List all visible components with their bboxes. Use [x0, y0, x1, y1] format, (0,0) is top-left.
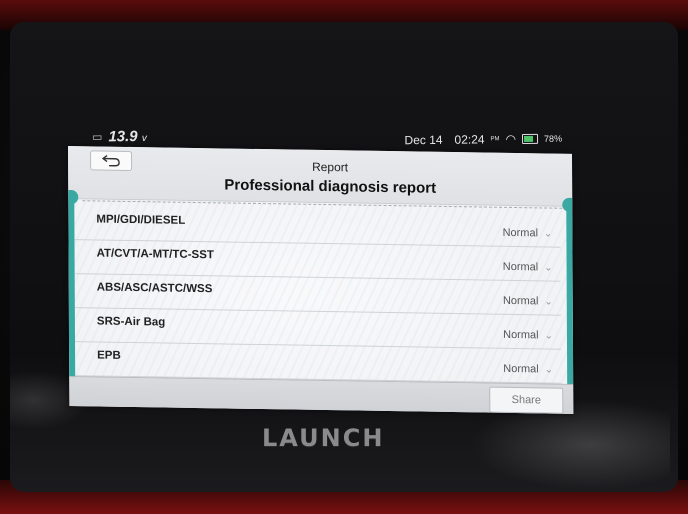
car-icon: ▭ — [91, 131, 103, 144]
share-button[interactable]: Share — [489, 386, 564, 414]
system-status[interactable]: Normal ⌄ — [503, 261, 553, 274]
device-brand-logo: LAUNCH — [262, 424, 385, 452]
status-left: ▭ 13.9 v — [92, 128, 147, 146]
system-status[interactable]: Normal ⌄ — [503, 295, 553, 308]
chevron-down-icon: ⌄ — [543, 227, 553, 240]
status-label: Normal — [502, 294, 539, 308]
system-status[interactable]: Normal ⌄ — [503, 363, 553, 376]
app-screen: Report Professional diagnosis report MPI… — [68, 146, 574, 414]
battery-level: 78% — [543, 133, 563, 144]
chevron-down-icon: ⌄ — [544, 261, 553, 274]
voltage-unit: v — [141, 132, 147, 144]
status-label: Normal — [502, 226, 539, 240]
status-label: Normal — [502, 260, 539, 274]
status-label: Normal — [503, 362, 539, 376]
status-right: Dec 14 02:24 PM ◠ 78% — [404, 132, 563, 148]
status-label: Normal — [503, 328, 539, 342]
system-status[interactable]: Normal ⌄ — [503, 329, 553, 342]
battery-icon — [521, 133, 539, 145]
chevron-down-icon: ⌄ — [544, 329, 553, 342]
photo-frame: ▭ 13.9 v Dec 14 02:24 PM ◠ 78% Report Pr — [0, 0, 688, 514]
system-name: ABS/ASC/ASTC/WSS — [96, 281, 213, 296]
system-name: AT/CVT/A-MT/TC-SST — [96, 247, 214, 262]
system-name: SRS-Air Bag — [96, 315, 166, 329]
teal-edge-right — [566, 209, 574, 396]
report-heading: Professional diagnosis report — [224, 176, 437, 197]
system-name: MPI/GDI/DIESEL — [96, 213, 186, 227]
system-list: MPI/GDI/DIESEL Normal ⌄ AT/CVT/A-MT/TC-S… — [74, 206, 562, 384]
status-bar: ▭ 13.9 v Dec 14 02:24 PM ◠ 78% — [92, 123, 572, 148]
system-status[interactable]: Normal ⌄ — [503, 227, 553, 240]
title-bar: Report Professional diagnosis report — [68, 146, 573, 207]
date: Dec 14 — [404, 132, 443, 148]
voltage-value: 13.9 — [108, 128, 138, 146]
system-name: EPB — [97, 349, 121, 362]
wifi-icon: ◠ — [505, 132, 517, 147]
chevron-down-icon: ⌄ — [544, 295, 553, 308]
time: 02:24 — [454, 132, 485, 147]
ampm: PM — [490, 136, 500, 143]
voltage-readout: 13.9 v — [108, 128, 147, 145]
chevron-down-icon: ⌄ — [544, 363, 554, 376]
